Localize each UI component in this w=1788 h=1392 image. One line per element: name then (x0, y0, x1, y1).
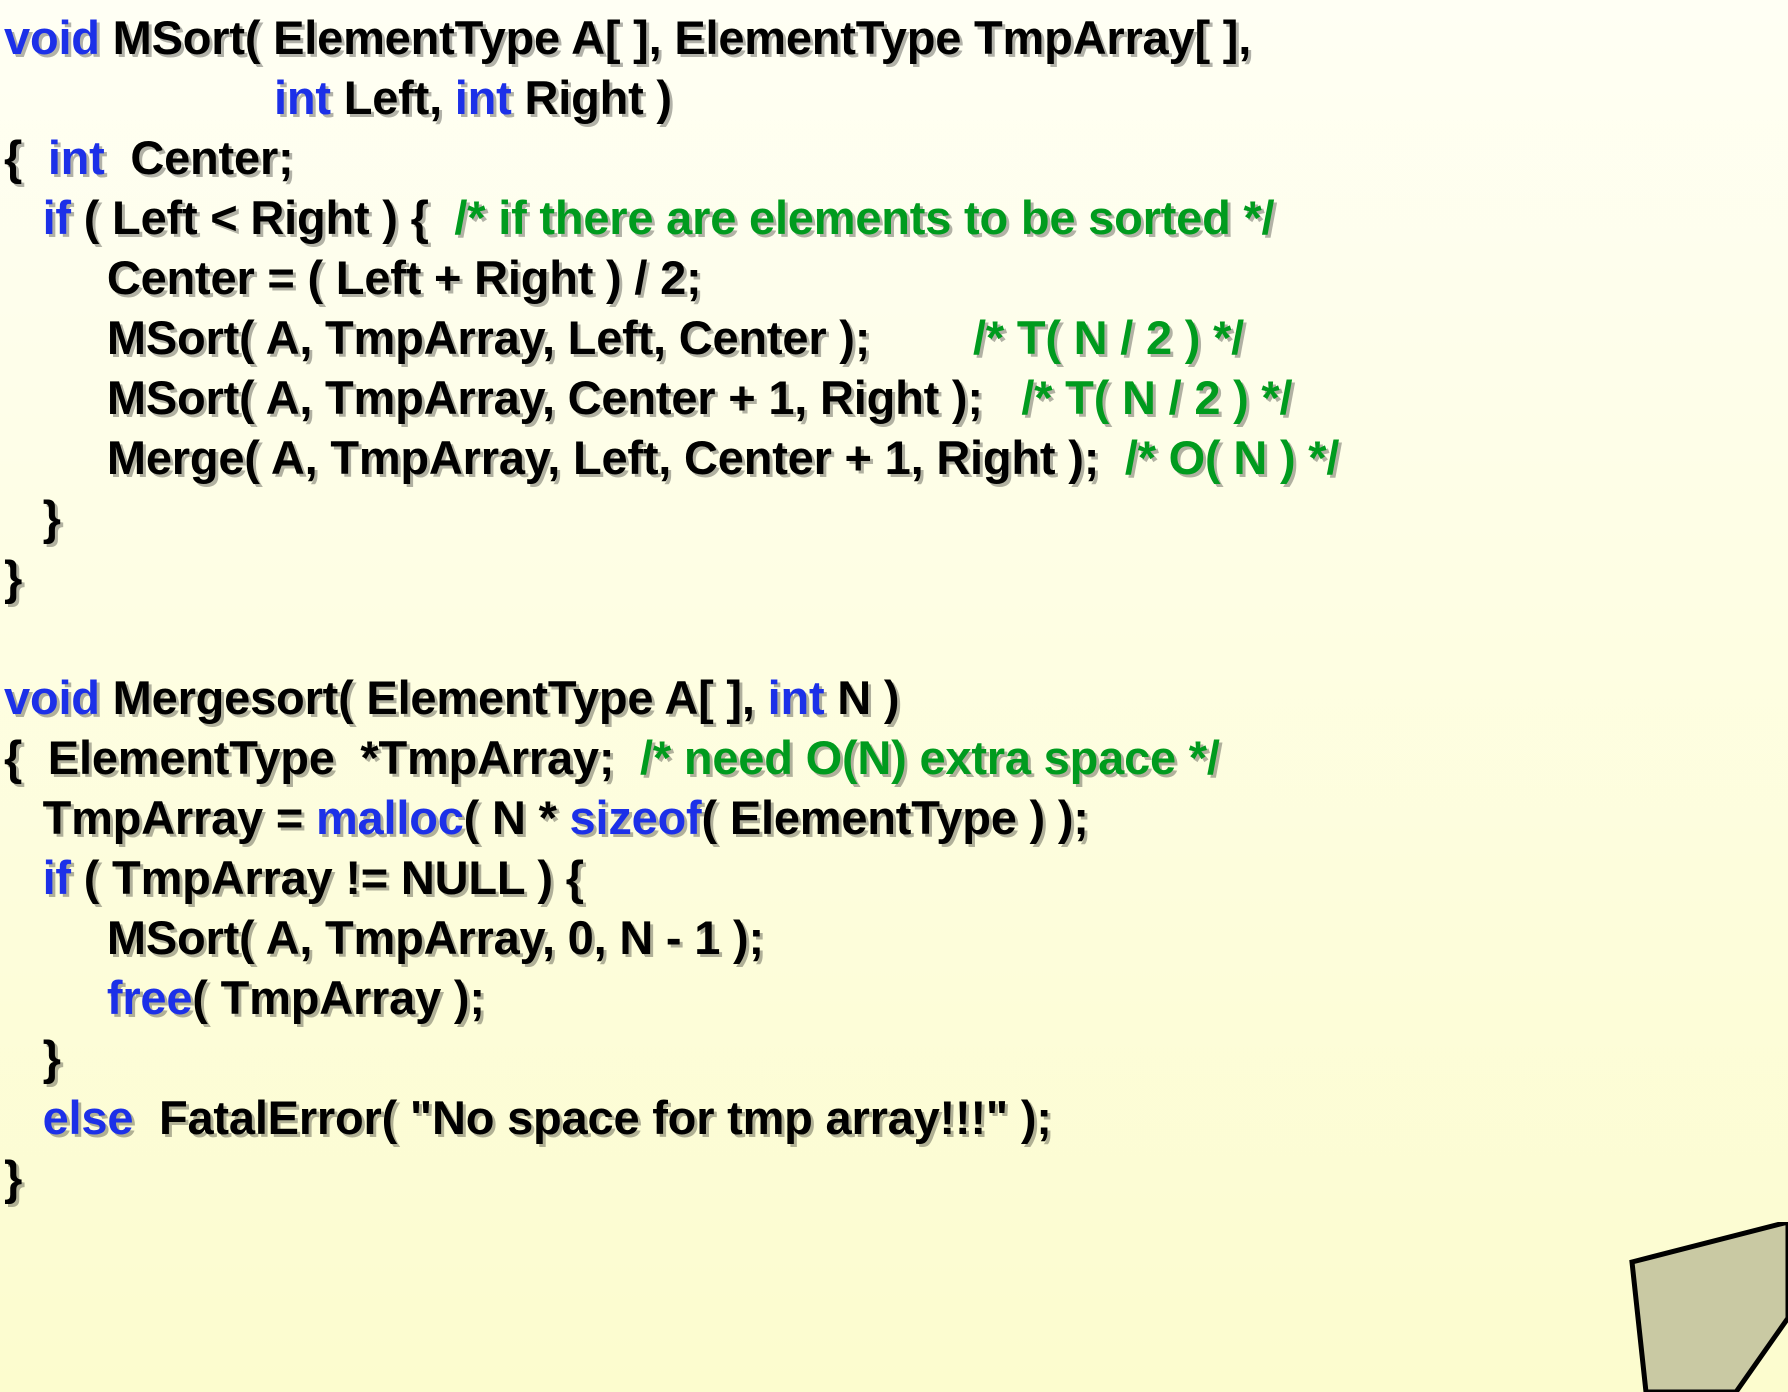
code-text: Center; (104, 131, 294, 184)
code-keyword: free (106, 971, 193, 1024)
code-keyword: void (4, 11, 100, 64)
code-text: MSort( ElementType A[ ], ElementType Tmp… (99, 11, 1252, 64)
code-text: Left, (330, 71, 455, 124)
code-text: TmpArray = (4, 791, 316, 844)
code-line-msort-recurse-right: MSort( A, TmpArray, Center + 1, Right );… (0, 368, 1788, 428)
code-comment: /* O( N ) */ (1124, 431, 1340, 484)
code-line-blank-separator (0, 608, 1788, 668)
code-keyword: if (42, 191, 72, 244)
code-keyword: if (42, 851, 72, 904)
code-text: { (4, 131, 48, 184)
code-text: Center = ( Left + Right ) / 2; (4, 251, 702, 304)
code-text: Mergesort( ElementType A[ ], (99, 671, 768, 724)
code-line-mergesort-close-brace: } (0, 1148, 1788, 1208)
code-line-mergesort-msort-call: MSort( A, TmpArray, 0, N - 1 ); (0, 908, 1788, 968)
code-comment: /* if there are elements to be sorted */ (454, 191, 1275, 244)
corner-decoration-icon (1629, 1222, 1788, 1392)
code-line-msort-signature-1: void MSort( ElementType A[ ], ElementTyp… (0, 8, 1788, 68)
code-line-mergesort-signature: void Mergesort( ElementType A[ ], int N … (0, 668, 1788, 728)
code-keyword: int (274, 71, 331, 124)
code-text: N ) (824, 671, 900, 724)
code-text: ( ElementType ) ); (701, 791, 1089, 844)
code-listing: void MSort( ElementType A[ ], ElementTyp… (0, 0, 1788, 1208)
code-keyword: int (454, 71, 512, 124)
code-keyword: else (42, 1091, 134, 1144)
code-text: } (4, 551, 23, 604)
code-keyword: int (47, 131, 105, 184)
code-line-msort-if-left-lt-right: if ( Left < Right ) { /* if there are el… (0, 188, 1788, 248)
code-text: } (4, 1031, 61, 1084)
code-comment: /* T( N / 2 ) */ (1021, 371, 1293, 424)
code-line-mergesort-free-call: free( TmpArray ); (0, 968, 1788, 1028)
code-text: } (4, 491, 61, 544)
code-line-mergesort-if-not-null: if ( TmpArray != NULL ) { (0, 848, 1788, 908)
code-text: MSort( A, TmpArray, Center + 1, Right ); (4, 371, 1022, 424)
code-text: MSort( A, TmpArray, 0, N - 1 ); (4, 911, 764, 964)
code-keyword: sizeof (569, 791, 702, 844)
code-line-msort-signature-2: int Left, int Right ) (0, 68, 1788, 128)
code-text: { ElementType *TmpArray; (4, 731, 641, 784)
code-comment: /* need O(N) extra space */ (640, 731, 1220, 784)
code-comment: /* T( N / 2 ) */ (973, 311, 1245, 364)
code-line-mergesort-close-if: } (0, 1028, 1788, 1088)
code-keyword: malloc (315, 791, 464, 844)
code-text: Merge( A, TmpArray, Left, Center + 1, Ri… (4, 431, 1125, 484)
code-line-msort-merge-call: Merge( A, TmpArray, Left, Center + 1, Ri… (0, 428, 1788, 488)
code-text: ( TmpArray ); (192, 971, 485, 1024)
code-text: ( N * (463, 791, 570, 844)
code-text: MSort( A, TmpArray, Left, Center ); (4, 311, 974, 364)
code-text: } (4, 1151, 23, 1204)
code-line-msort-center-assign: Center = ( Left + Right ) / 2; (0, 248, 1788, 308)
code-line-mergesort-malloc: TmpArray = malloc( N * sizeof( ElementTy… (0, 788, 1788, 848)
code-line-mergesort-open-brace-decl: { ElementType *TmpArray; /* need O(N) ex… (0, 728, 1788, 788)
code-keyword: int (767, 671, 825, 724)
code-line-msort-close-if: } (0, 488, 1788, 548)
code-line-msort-close-brace: } (0, 548, 1788, 608)
code-keyword: void (4, 671, 100, 724)
code-text: Right ) (511, 71, 672, 124)
code-text: FatalError( "No space for tmp array!!!" … (133, 1091, 1052, 1144)
code-line-msort-recurse-left: MSort( A, TmpArray, Left, Center ); /* T… (0, 308, 1788, 368)
code-text: ( TmpArray != NULL ) { (70, 851, 584, 904)
code-text: ( Left < Right ) { (70, 191, 455, 244)
code-line-msort-open-brace-decl: { int Center; (0, 128, 1788, 188)
slide-canvas: void MSort( ElementType A[ ], ElementTyp… (0, 0, 1788, 1392)
code-line-mergesort-else-fatalerror: else FatalError( "No space for tmp array… (0, 1088, 1788, 1148)
